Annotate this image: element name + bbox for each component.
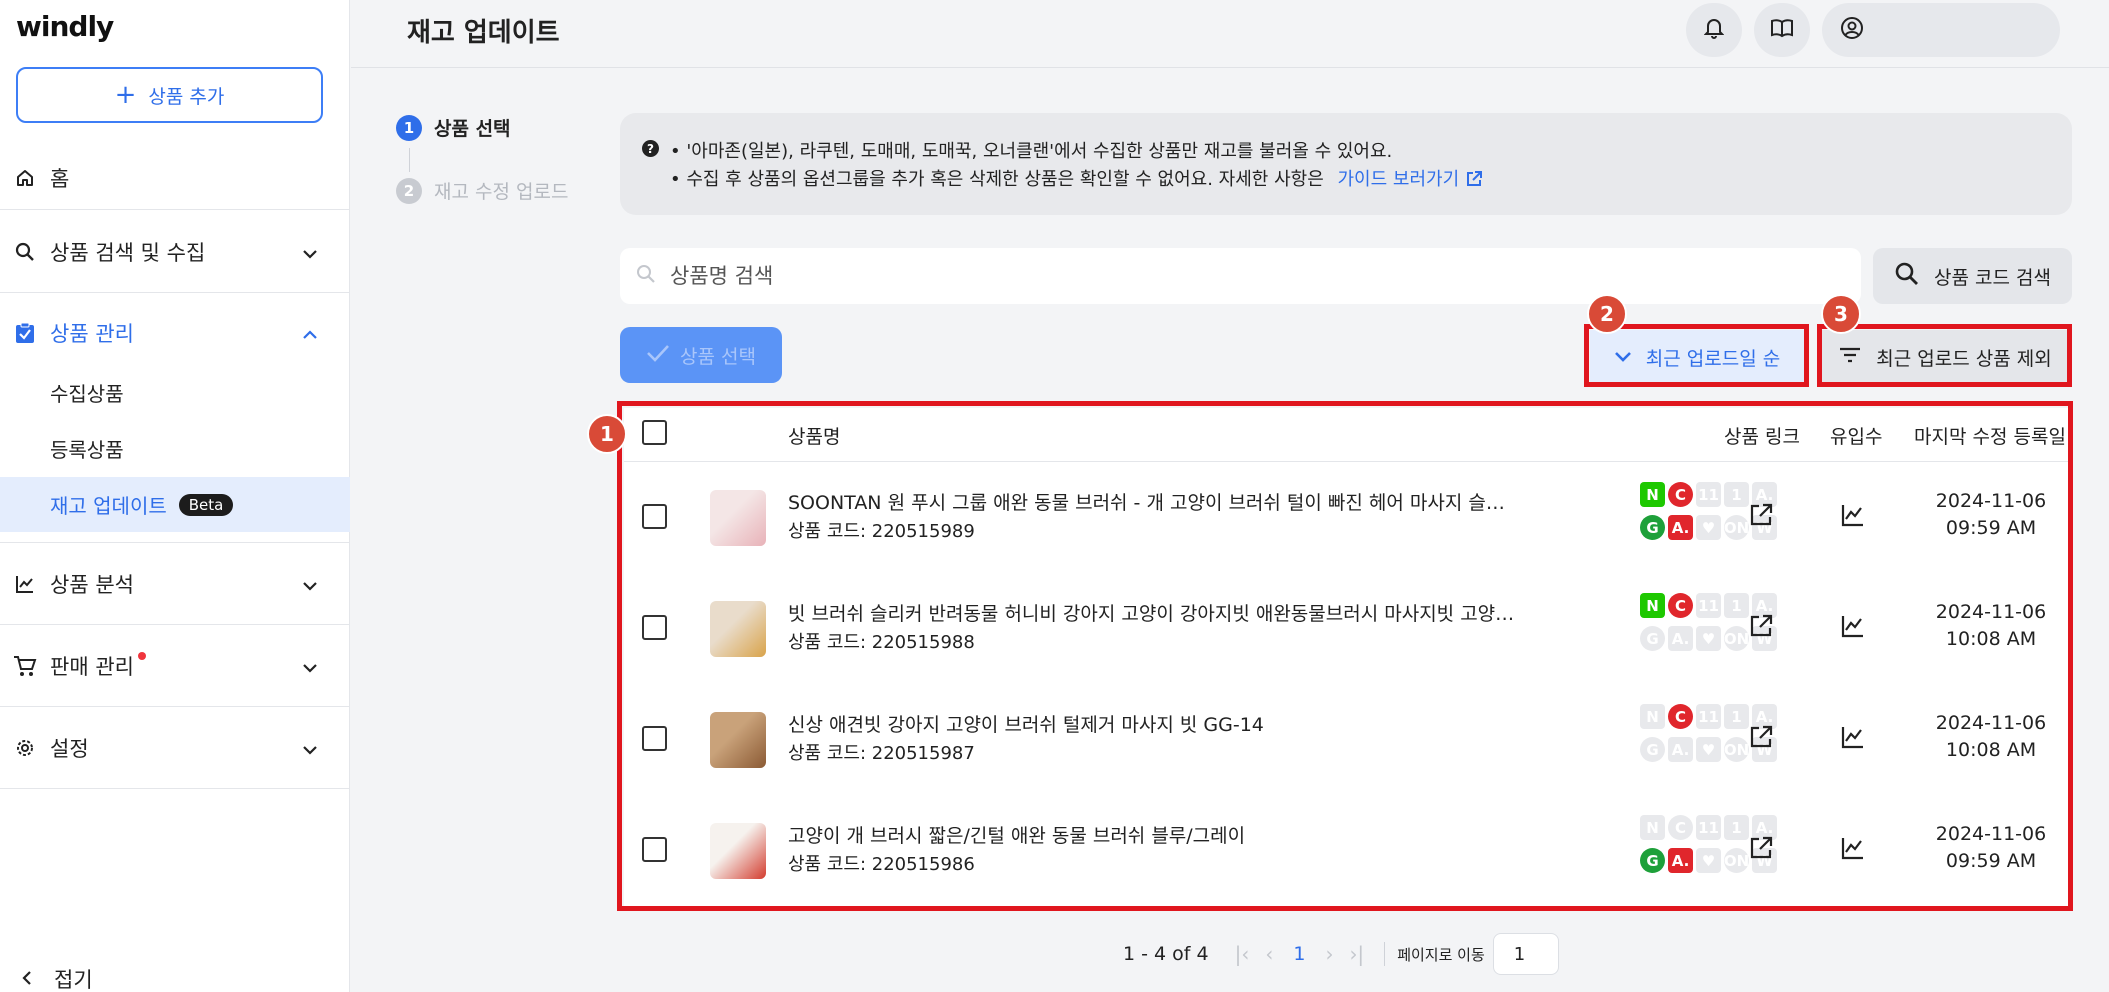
first-page-icon[interactable]: |‹ bbox=[1235, 942, 1250, 966]
notice-line-2: • 수집 후 상품의 옵션그룹을 추가 혹은 삭제한 상품은 확인할 수 없어요… bbox=[670, 165, 1483, 191]
question-icon: ? bbox=[642, 140, 659, 157]
sidebar-item-label: 판매 관리 bbox=[50, 655, 134, 679]
chevron-down-icon bbox=[302, 572, 318, 596]
annotation-badge-1: 1 bbox=[587, 414, 627, 454]
step-number: 1 bbox=[396, 114, 422, 141]
annotation-badge-3: 3 bbox=[1821, 294, 1861, 334]
search-icon bbox=[1894, 261, 1934, 292]
step-1: 1 상품 선택 bbox=[396, 114, 511, 141]
sidebar-subitem-label: 수집상품 bbox=[50, 382, 124, 406]
guide-link-label: 가이드 보러가기 bbox=[1337, 169, 1460, 190]
next-page-icon[interactable]: › bbox=[1325, 942, 1333, 966]
notice-line-2-text: • 수집 후 상품의 옵션그룹을 추가 혹은 삭제한 상품은 확인할 수 없어요… bbox=[670, 169, 1324, 190]
goto-page-input[interactable]: 1 bbox=[1492, 933, 1559, 975]
sidebar-item-sales-management[interactable]: 판매 관리 bbox=[0, 646, 350, 686]
beta-badge: Beta bbox=[178, 493, 234, 516]
divider bbox=[0, 209, 350, 210]
divider bbox=[0, 624, 350, 625]
chevron-down-icon bbox=[302, 736, 318, 760]
add-product-button[interactable]: + 상품 추가 bbox=[16, 67, 323, 123]
sidebar: windly + 상품 추가 홈 상품 검색 및 수집 상품 관리 수집상품 등… bbox=[0, 0, 350, 992]
product-code-search-button[interactable]: 상품 코드 검색 bbox=[1873, 248, 2072, 304]
highlight-box-exclude bbox=[1817, 324, 2072, 387]
notice-line-1: • '아마존(일본), 라쿠텐, 도매매, 도매꾹, 오너클랜'에서 수집한 상… bbox=[670, 141, 1393, 162]
goto-page-label: 페이지로 이동 bbox=[1397, 945, 1485, 964]
sidebar-item-settings[interactable]: 설정 bbox=[0, 728, 350, 768]
pagination: 1 - 4 of 4 |‹ ‹ 1 › ›| 페이지로 이동 1 bbox=[1123, 933, 1559, 975]
header: 재고 업데이트 bbox=[351, 0, 2109, 68]
step-connector bbox=[409, 148, 410, 172]
sidebar-item-label: 설정 bbox=[50, 737, 89, 761]
sidebar-item-label: 상품 관리 bbox=[50, 322, 134, 346]
plus-icon: + bbox=[114, 80, 137, 110]
logo[interactable]: windly bbox=[16, 10, 114, 43]
add-product-label: 상품 추가 bbox=[148, 85, 225, 108]
sidebar-item-product-search[interactable]: 상품 검색 및 수집 bbox=[0, 232, 350, 272]
sidebar-item-label: 상품 분석 bbox=[50, 573, 134, 597]
collapse-label: 접기 bbox=[54, 968, 93, 992]
sidebar-item-label: 홈 bbox=[50, 167, 70, 191]
step-number: 2 bbox=[396, 177, 422, 204]
page-title: 재고 업데이트 bbox=[407, 18, 560, 48]
product-name-search-input[interactable] bbox=[670, 264, 1770, 288]
pagination-range: 1 - 4 of 4 bbox=[1123, 943, 1209, 965]
notice-box: ? • '아마존(일본), 라쿠텐, 도매매, 도매꾹, 오너클랜'에서 수집한… bbox=[620, 113, 2072, 215]
chevron-down-icon bbox=[302, 240, 318, 264]
sidebar-item-product-management[interactable]: 상품 관리 bbox=[0, 313, 350, 353]
chevron-up-icon bbox=[302, 321, 318, 345]
sidebar-item-label: 상품 검색 및 수집 bbox=[50, 241, 206, 265]
external-link-icon bbox=[1465, 169, 1483, 190]
notifications-button[interactable] bbox=[1686, 3, 1742, 57]
divider bbox=[0, 292, 350, 293]
divider bbox=[1384, 942, 1386, 966]
account-button[interactable] bbox=[1822, 3, 2060, 57]
guide-book-button[interactable] bbox=[1754, 3, 1810, 57]
current-page[interactable]: 1 bbox=[1293, 943, 1305, 965]
gear-icon bbox=[12, 735, 38, 761]
bell-icon bbox=[1703, 17, 1725, 43]
last-page-icon[interactable]: ›| bbox=[1349, 942, 1364, 966]
guide-link[interactable]: 가이드 보러가기 bbox=[1338, 169, 1483, 190]
select-products-label: 상품 선택 bbox=[680, 345, 756, 368]
divider bbox=[0, 542, 350, 543]
sidebar-subitem-label: 재고 업데이트 bbox=[50, 494, 167, 518]
search-bar bbox=[620, 248, 1861, 304]
sidebar-subitem-stock-update[interactable]: 재고 업데이트 Beta bbox=[0, 477, 350, 532]
annotation-badge-2: 2 bbox=[1587, 294, 1627, 334]
check-icon bbox=[646, 343, 680, 368]
sidebar-subitem-registered[interactable]: 등록상품 bbox=[0, 421, 350, 476]
step-label: 상품 선택 bbox=[434, 118, 511, 140]
step-2: 2 재고 수정 업로드 bbox=[396, 177, 568, 204]
notification-dot bbox=[137, 652, 146, 660]
home-icon bbox=[12, 165, 38, 191]
divider bbox=[0, 706, 350, 707]
sidebar-subitem-collected[interactable]: 수집상품 bbox=[0, 365, 350, 420]
book-icon bbox=[1770, 18, 1794, 42]
divider bbox=[0, 788, 350, 789]
prev-page-icon[interactable]: ‹ bbox=[1265, 942, 1273, 966]
sidebar-item-home[interactable]: 홈 bbox=[0, 158, 350, 198]
highlight-box-sort bbox=[1584, 324, 1809, 387]
search-icon bbox=[636, 264, 656, 288]
sidebar-item-product-analysis[interactable]: 상품 분석 bbox=[0, 564, 350, 604]
highlight-box-table bbox=[617, 401, 2073, 911]
clipboard-check-icon bbox=[12, 320, 38, 346]
cart-icon bbox=[12, 653, 38, 679]
sidebar-subitem-label: 등록상품 bbox=[50, 438, 124, 462]
user-icon bbox=[1840, 16, 1864, 44]
search-icon bbox=[12, 239, 38, 265]
chart-line-icon bbox=[12, 571, 38, 597]
chevron-down-icon bbox=[302, 654, 318, 678]
product-code-search-label: 상품 코드 검색 bbox=[1934, 266, 2051, 289]
chevron-left-icon bbox=[22, 967, 32, 991]
collapse-sidebar-button[interactable]: 접기 bbox=[22, 964, 93, 992]
step-label: 재고 수정 업로드 bbox=[434, 181, 569, 203]
select-products-button[interactable]: 상품 선택 bbox=[620, 327, 782, 383]
